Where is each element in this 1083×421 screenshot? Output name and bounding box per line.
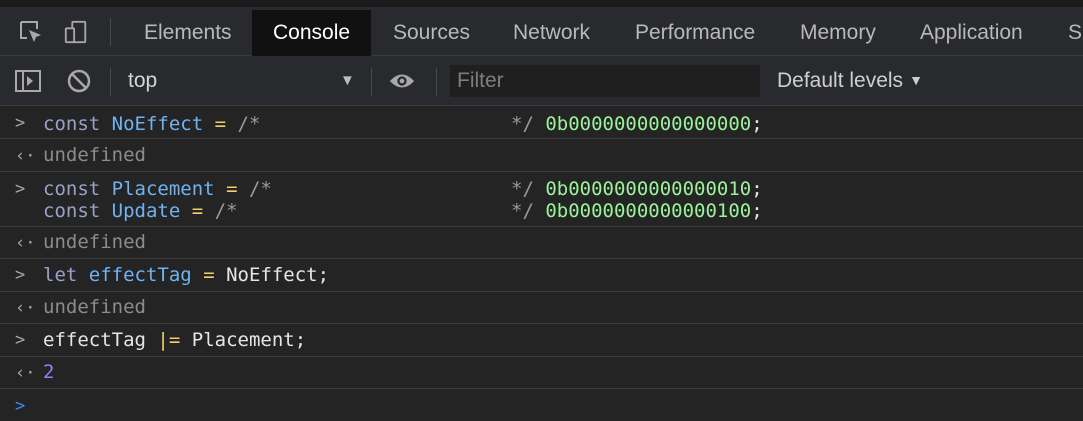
console-input-entry[interactable]: > const NoEffect = /* */ 0b0000000000000… (0, 106, 1083, 139)
result-value: 2 (43, 361, 54, 383)
result-arrow-icon: ‹· (15, 146, 36, 166)
identifier: NoEffect (111, 113, 204, 135)
binary-literal: 0b0000000000000010 (545, 178, 752, 200)
result-value: undefined (43, 231, 146, 253)
code-line-trail: */ 0b0000000000000100; (511, 200, 763, 222)
input-prompt-icon: > (15, 113, 26, 133)
binary-literal: 0b0000000000000100 (545, 200, 752, 222)
result-value: undefined (43, 144, 146, 166)
identifier: effectTag (43, 329, 146, 351)
tab-sources[interactable]: Sources (393, 10, 470, 56)
code-line-trail: */ 0b0000000000000000; (511, 113, 763, 135)
element-picker-icon[interactable] (18, 19, 44, 45)
input-prompt-icon: > (15, 179, 26, 199)
semicolon: ; (751, 200, 763, 222)
comment-open: /* (237, 113, 261, 135)
code-line: effectTag |= Placement; (43, 329, 306, 351)
binary-literal: 0b0000000000000000 (545, 113, 752, 135)
tab-bar-separator (110, 18, 111, 46)
keyword: let (43, 264, 78, 286)
console-output[interactable]: > const NoEffect = /* */ 0b0000000000000… (0, 106, 1083, 421)
context-selector-value[interactable]: top (128, 56, 157, 106)
devtools-tab-bar: Elements Console Sources Network Perform… (0, 7, 1083, 56)
operator: = (214, 113, 227, 135)
keyword: const (43, 178, 101, 200)
context-dropdown-arrow-icon[interactable]: ▼ (340, 56, 355, 106)
keyword: const (43, 200, 101, 222)
console-result-entry[interactable]: ‹· 2 (0, 357, 1083, 389)
window-top-strip (0, 0, 1083, 7)
tab-network[interactable]: Network (513, 10, 590, 56)
result-arrow-icon: ‹· (15, 363, 36, 383)
tab-performance[interactable]: Performance (635, 10, 755, 56)
tab-console[interactable]: Console (252, 10, 372, 56)
identifier: effectTag (88, 264, 192, 286)
chevron-down-icon: ▼ (909, 72, 923, 88)
console-input-entry[interactable]: > let effectTag = NoEffect; (0, 259, 1083, 292)
semicolon: ; (751, 178, 763, 200)
toolbar-separator (110, 68, 111, 96)
code-line: const Placement = /* (43, 178, 272, 200)
identifier: Placement (111, 178, 215, 200)
log-levels-dropdown[interactable]: Default levels ▼ (777, 56, 923, 106)
undefined-value: undefined (43, 144, 146, 166)
active-prompt-icon: > (15, 396, 26, 416)
tab-security-truncated[interactable]: S (1068, 10, 1082, 56)
result-arrow-icon: ‹· (15, 298, 36, 318)
comment-close: */ (511, 113, 534, 135)
code-line: const NoEffect = /* (43, 113, 260, 135)
console-prompt-line[interactable]: > (0, 389, 1083, 421)
toolbar-separator (371, 68, 372, 96)
comment-close: */ (511, 200, 534, 222)
comment-open: /* (248, 178, 272, 200)
live-expression-icon[interactable] (388, 68, 416, 94)
expression: Placement; (191, 329, 307, 351)
console-input-entry[interactable]: > effectTag |= Placement; (0, 324, 1083, 357)
console-result-entry[interactable]: ‹· undefined (0, 139, 1083, 172)
undefined-value: undefined (43, 296, 146, 318)
operator: |= (157, 329, 181, 351)
operator: = (226, 178, 238, 200)
device-toolbar-icon[interactable] (63, 19, 89, 45)
console-result-entry[interactable]: ‹· undefined (0, 292, 1083, 324)
code-line: const Update = /* (43, 200, 238, 222)
tab-memory[interactable]: Memory (800, 10, 876, 56)
semicolon: ; (751, 113, 763, 135)
code-line: let effectTag = NoEffect; (43, 264, 329, 286)
comment-open: /* (214, 200, 238, 222)
result-arrow-icon: ‹· (15, 233, 36, 253)
console-input-entry[interactable]: > const Placement = /* */ 0b000000000000… (0, 172, 1083, 227)
code-line-trail: */ 0b0000000000000010; (511, 178, 763, 200)
filter-input[interactable] (450, 65, 760, 97)
log-levels-label: Default levels (777, 69, 904, 92)
tab-application[interactable]: Application (920, 10, 1023, 56)
keyword: const (43, 113, 101, 135)
operator: = (191, 200, 204, 222)
input-prompt-icon: > (15, 330, 26, 350)
comment-close: */ (511, 178, 534, 200)
sidebar-toggle-icon[interactable] (14, 68, 42, 94)
console-toolbar: top ▼ Default levels ▼ (0, 56, 1083, 106)
tab-elements[interactable]: Elements (144, 10, 232, 56)
expression: NoEffect; (226, 264, 330, 286)
input-prompt-icon: > (15, 265, 26, 285)
console-result-entry[interactable]: ‹· undefined (0, 227, 1083, 259)
operator: = (203, 264, 215, 286)
number-value: 2 (43, 361, 55, 383)
clear-console-icon[interactable] (65, 68, 93, 94)
result-value: undefined (43, 296, 146, 318)
toolbar-separator (436, 68, 437, 96)
identifier: Update (111, 200, 181, 222)
undefined-value: undefined (43, 231, 146, 253)
